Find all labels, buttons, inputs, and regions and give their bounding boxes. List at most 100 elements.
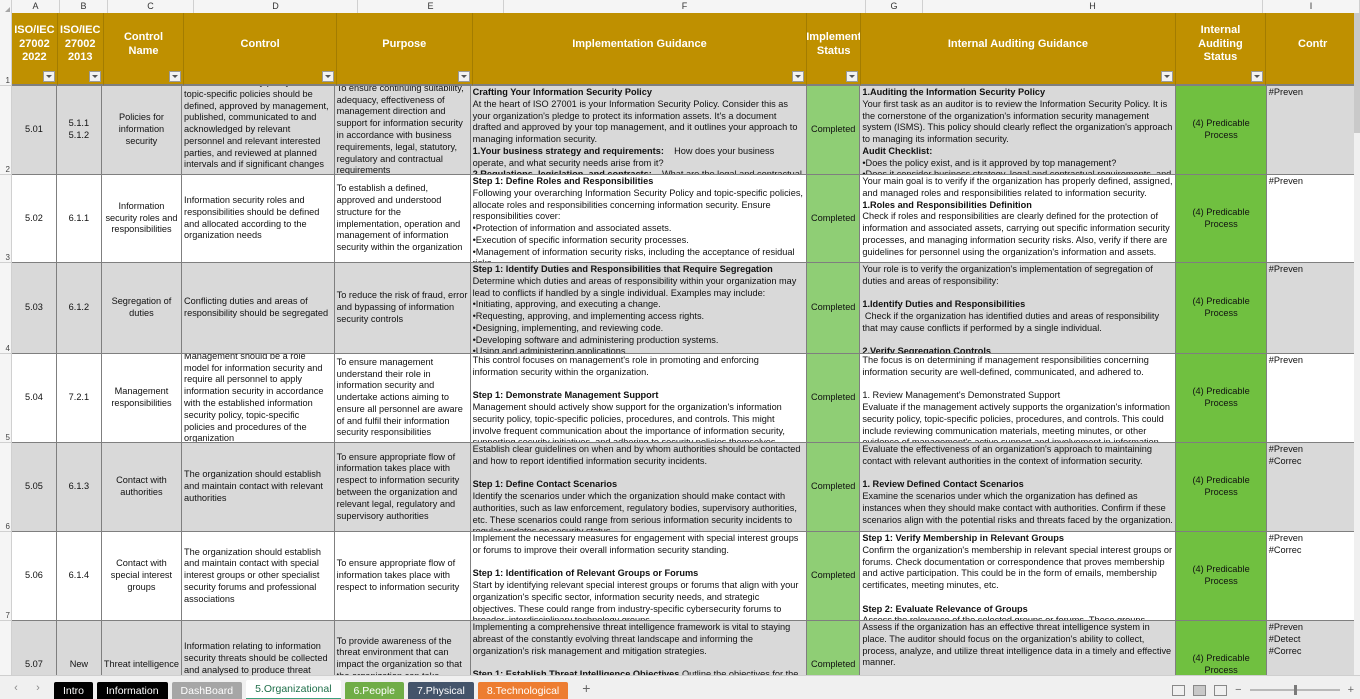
cell-control-name[interactable]: Information security roles and responsib… [101, 175, 183, 263]
cell-implementation-guidance[interactable]: Implement the necessary measures for eng… [470, 532, 808, 621]
cell-iso-2022[interactable]: 5.03 [12, 263, 57, 354]
row-header-5[interactable]: 5 [0, 354, 12, 443]
sheet-tab-8-technological[interactable]: 8.Technological [477, 681, 569, 699]
cell-iso-2022[interactable]: 5.05 [12, 443, 57, 532]
filter-dropdown-icon[interactable] [792, 71, 805, 82]
cell-iso-2013[interactable]: 6.1.1 [56, 175, 102, 263]
column-header-a[interactable]: A [12, 0, 60, 13]
table-row[interactable]: 5.04 7.2.1 Management responsibilities Mana… [12, 354, 1360, 443]
cell-auditing-guidance[interactable]: Assess if the organization has an effect… [860, 621, 1177, 675]
cell-auditing-status[interactable]: (4) Predicable Process [1176, 532, 1267, 621]
cell-auditing-guidance[interactable]: Your main goal is to verify if the organ… [860, 175, 1177, 263]
cell-control-name[interactable]: Policies for information security [101, 86, 183, 175]
cell-control-name[interactable]: Segregation of duties [101, 263, 183, 354]
cell-auditing-guidance[interactable]: Step 1: Verify Membership in Relevant Gr… [860, 532, 1177, 621]
table-row[interactable]: 5.05 6.1.3 Contact with authorities The org… [12, 443, 1360, 532]
cell-auditing-guidance[interactable]: The focus is on determining if managemen… [860, 354, 1177, 443]
cell-auditing-status[interactable]: (4) Predicable Process [1176, 86, 1267, 175]
cell-purpose[interactable]: To ensure management understand their ro… [334, 354, 471, 443]
cell-control[interactable]: Information security roles and responsib… [182, 175, 335, 263]
cell-iso-2013[interactable]: 6.1.2 [56, 263, 102, 354]
cell-auditing-status[interactable]: (4) Predicable Process [1176, 354, 1267, 443]
cell-control-type[interactable]: #Preven [1266, 354, 1360, 443]
sheet-grid[interactable]: ISO/IEC 27002 2022 ISO/IEC 27002 2013 Cont… [12, 13, 1360, 675]
cell-auditing-guidance[interactable]: Evaluate the effectiveness of an organiz… [860, 443, 1177, 532]
sheet-tab-7-physical[interactable]: 7.Physical [408, 681, 474, 699]
table-row[interactable]: 5.06 6.1.4 Contact with special interest g… [12, 532, 1360, 621]
cell-control-name[interactable]: Contact with special interest groups [101, 532, 183, 621]
row-header-3[interactable]: 3 [0, 175, 12, 263]
column-header-g[interactable]: G [866, 0, 923, 13]
prev-sheet-icon[interactable]: ‹ [10, 682, 22, 694]
column-header-i[interactable]: I [1263, 0, 1360, 13]
filter-dropdown-icon[interactable] [169, 71, 182, 82]
column-header-d[interactable]: D [194, 0, 358, 13]
cell-implement-status[interactable]: Completed [807, 263, 861, 354]
sheet-tab-information[interactable]: Information [97, 681, 168, 699]
filter-dropdown-icon[interactable] [1251, 71, 1264, 82]
cell-iso-2013[interactable]: New [56, 621, 102, 675]
cell-control[interactable]: Conflicting duties and areas of responsi… [182, 263, 335, 354]
filter-dropdown-icon[interactable] [457, 71, 470, 82]
cell-implementation-guidance[interactable]: This control focuses on management's rol… [470, 354, 808, 443]
cell-implementation-guidance[interactable]: Step 1: Define Roles and Responsibilitie… [470, 175, 808, 263]
sheet-tab-5-organizational[interactable]: 5.Organizational [246, 679, 341, 699]
row-header-4[interactable]: 4 [0, 263, 12, 354]
sheet-tab-intro[interactable]: Intro [54, 681, 94, 699]
cell-purpose[interactable]: To ensure continuing suitability, adequa… [334, 86, 471, 175]
vertical-scrollbar-thumb[interactable] [1354, 13, 1360, 133]
zoom-in-button[interactable]: + [1348, 684, 1354, 696]
cell-control[interactable]: Management should be a role model for in… [182, 354, 335, 443]
column-header-e[interactable]: E [358, 0, 504, 13]
cell-control-type[interactable]: #Preven [1266, 86, 1360, 175]
cell-control-type[interactable]: #Preven [1266, 263, 1360, 354]
cell-purpose[interactable]: To ensure appropriate flow of informatio… [334, 443, 471, 532]
cell-implementation-guidance[interactable]: Crafting Your Information Security Polic… [470, 86, 808, 175]
table-row[interactable]: 5.03 6.1.2 Segregation of duties Conflictin… [12, 263, 1360, 354]
sheet-tab-dashboard[interactable]: DashBoard [171, 681, 243, 699]
next-sheet-icon[interactable]: › [32, 682, 44, 694]
cell-auditing-status[interactable]: (4) Predicable Process [1176, 263, 1267, 354]
page-layout-view-icon[interactable] [1193, 684, 1207, 696]
cell-iso-2022[interactable]: 5.02 [12, 175, 57, 263]
cell-purpose[interactable]: To ensure appropriate flow of informatio… [334, 532, 471, 621]
cell-control-name[interactable]: Contact with authorities [101, 443, 183, 532]
cell-iso-2013[interactable]: 6.1.4 [56, 532, 102, 621]
page-break-view-icon[interactable] [1214, 684, 1228, 696]
cell-control[interactable]: The organization should establish and ma… [182, 532, 335, 621]
filter-dropdown-icon[interactable] [321, 71, 334, 82]
cell-implement-status[interactable]: Completed [807, 175, 861, 263]
cell-auditing-status[interactable]: (4) Predicable Process [1176, 443, 1267, 532]
normal-view-icon[interactable] [1172, 684, 1186, 696]
zoom-slider-knob[interactable] [1293, 685, 1297, 695]
cell-implement-status[interactable]: Completed [807, 354, 861, 443]
cell-iso-2022[interactable]: 5.01 [12, 86, 57, 175]
cell-implement-status[interactable]: Completed [807, 443, 861, 532]
cell-auditing-guidance[interactable]: Your role is to verify the organization'… [860, 263, 1177, 354]
cell-control-type[interactable]: #Preven #Correc [1266, 532, 1360, 621]
row-header-2[interactable]: 2 [0, 86, 12, 175]
filter-dropdown-icon[interactable] [42, 71, 55, 82]
table-row[interactable]: 5.01 5.1.1 5.1.2 Policies for information … [12, 86, 1360, 175]
cell-control-name[interactable]: Threat intelligence [101, 621, 183, 675]
cell-purpose[interactable]: To establish a defined, approved and und… [334, 175, 471, 263]
select-all-corner[interactable] [0, 0, 12, 13]
filter-dropdown-icon[interactable] [846, 71, 859, 82]
cell-control[interactable]: Information security policy and topic-sp… [182, 86, 335, 175]
cell-auditing-guidance[interactable]: 1.Auditing the Information Security Poli… [860, 86, 1177, 175]
cell-control-type[interactable]: #Preven #Correc [1266, 443, 1360, 532]
cell-implement-status[interactable]: Completed [807, 86, 861, 175]
cell-implementation-guidance[interactable]: Implementing a comprehensive threat inte… [470, 621, 808, 675]
cell-auditing-status[interactable]: (4) Predicable Process [1176, 621, 1267, 675]
column-header-h[interactable]: H [923, 0, 1263, 13]
cell-purpose[interactable]: To reduce the risk of fraud, error and b… [334, 263, 471, 354]
cell-control-type[interactable]: #Preven #Detect #Correc [1266, 621, 1360, 675]
zoom-out-button[interactable]: − [1235, 684, 1241, 696]
cell-control-type[interactable]: #Preven [1266, 175, 1360, 263]
vertical-scrollbar[interactable] [1354, 13, 1360, 675]
filter-dropdown-icon[interactable] [88, 71, 101, 82]
table-row[interactable]: 5.02 6.1.1 Information security roles and … [12, 175, 1360, 263]
cell-implement-status[interactable]: Completed [807, 621, 861, 675]
cell-implementation-guidance[interactable]: Establish clear guidelines on when and b… [470, 443, 808, 532]
cell-implementation-guidance[interactable]: Step 1: Identify Duties and Responsibili… [470, 263, 808, 354]
